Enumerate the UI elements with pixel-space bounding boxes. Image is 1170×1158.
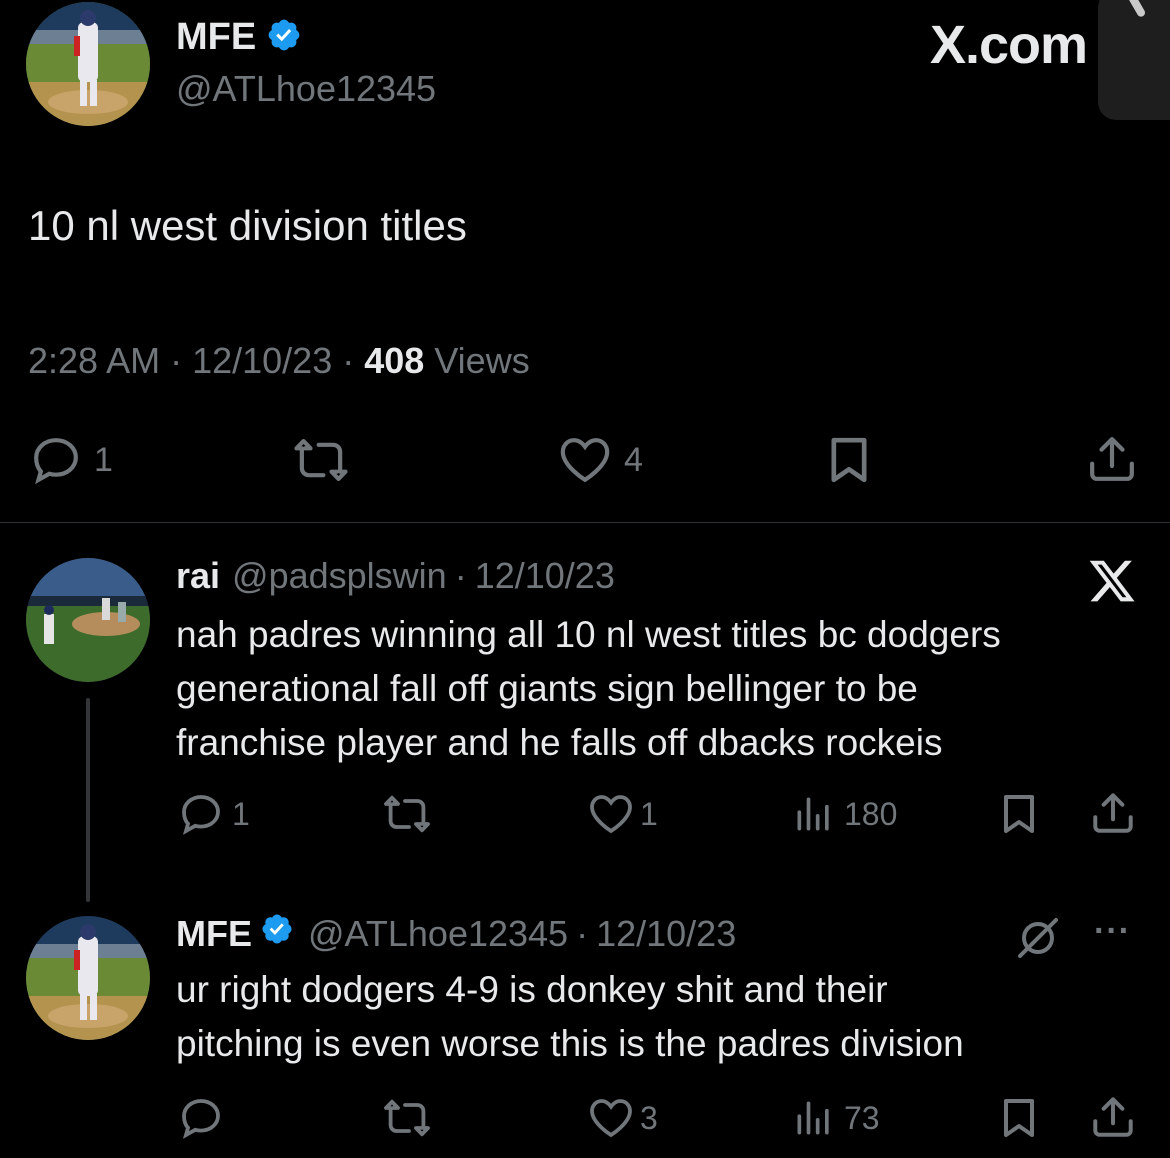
- reply1-like-button[interactable]: 1: [586, 790, 658, 838]
- reply1-header: rai @padsplswin · 12/10/23: [176, 555, 615, 597]
- main-tweet-meta: 2:28 AM · 12/10/23 · 408 Views: [28, 340, 530, 382]
- bookmark-icon: [994, 1094, 1044, 1142]
- reply1-display-name[interactable]: rai: [176, 555, 220, 597]
- reply1-bookmark-button[interactable]: [994, 790, 1044, 838]
- main-author-row: MFE: [176, 16, 302, 59]
- reply1-reply-count: 1: [232, 795, 250, 832]
- reply1-text-line: nah padres winning all 10 nl west titles…: [176, 614, 1001, 655]
- reply2-text: ur right dodgers 4-9 is donkey shit and …: [176, 963, 964, 1071]
- like-icon: [586, 790, 636, 838]
- share-icon: [1088, 1092, 1138, 1142]
- reply1-views-button[interactable]: 180: [792, 790, 897, 838]
- share-button[interactable]: [1084, 430, 1140, 488]
- overlay-handle-icon: [1125, 0, 1147, 19]
- reply-count: 1: [94, 440, 113, 479]
- reply1-retweet-button[interactable]: [380, 790, 434, 838]
- reply2-share-button[interactable]: [1088, 1092, 1138, 1142]
- meta-separator: ·: [342, 340, 355, 381]
- reply2-date[interactable]: 12/10/23: [596, 913, 736, 955]
- like-icon: [586, 1094, 636, 1142]
- share-icon: [1088, 788, 1138, 838]
- avatar-rai[interactable]: [26, 558, 150, 682]
- reply1-text-line: generational fall off giants sign bellin…: [176, 668, 918, 709]
- views-icon: [792, 790, 836, 838]
- thread-connector: [86, 698, 90, 902]
- retweet-button[interactable]: [290, 432, 352, 488]
- reply1-reply-button[interactable]: 1: [176, 790, 250, 838]
- share-icon: [1084, 430, 1140, 488]
- views-count: 408: [364, 340, 425, 381]
- reply-icon: [28, 432, 84, 488]
- bookmark-icon: [994, 790, 1044, 838]
- tweet-divider: [0, 522, 1170, 523]
- reply2-like-count: 3: [640, 1099, 658, 1136]
- retweet-icon: [380, 790, 434, 838]
- verified-icon: [260, 912, 294, 955]
- more-icon[interactable]: ···: [1094, 912, 1131, 951]
- reply-icon: [176, 790, 226, 838]
- reply2-like-button[interactable]: 3: [586, 1094, 658, 1142]
- x-com-brand: X.com: [930, 15, 1088, 75]
- avatar-reply2[interactable]: [26, 916, 150, 1040]
- bookmark-icon: [820, 432, 878, 488]
- reply1-date[interactable]: 12/10/23: [475, 555, 615, 597]
- reply2-views-count: 73: [844, 1099, 880, 1136]
- reply1-like-count: 1: [640, 795, 658, 832]
- reply1-text-line: franchise player and he falls off dbacks…: [176, 722, 943, 763]
- reply1-separator: ·: [454, 555, 467, 596]
- bookmark-button[interactable]: [820, 432, 878, 488]
- reply2-text-line: pitching is even worse this is the padre…: [176, 1023, 964, 1064]
- reply2-display-name[interactable]: MFE: [176, 913, 252, 955]
- reply1-views-count: 180: [844, 795, 898, 832]
- views-label: Views: [434, 340, 530, 381]
- reply2-handle[interactable]: @ATLhoe12345: [308, 913, 568, 955]
- reply2-separator: ·: [576, 912, 589, 954]
- reply2-retweet-button[interactable]: [380, 1094, 434, 1142]
- reply1-text: nah padres winning all 10 nl west titles…: [176, 608, 1001, 770]
- reply2-bookmark-button[interactable]: [994, 1094, 1044, 1142]
- avatar-main[interactable]: [26, 2, 150, 126]
- main-tweet-text: 10 nl west division titles: [28, 202, 467, 249]
- muted-icon[interactable]: [1014, 914, 1062, 967]
- reply2-views-button[interactable]: 73: [792, 1094, 880, 1142]
- verified-icon: [266, 17, 302, 58]
- reply-button[interactable]: 1: [28, 432, 113, 488]
- like-icon: [556, 432, 614, 488]
- reply1-handle[interactable]: @padsplswin: [232, 555, 447, 597]
- main-handle[interactable]: @ATLhoe12345: [176, 68, 436, 110]
- x-logo-icon: [1086, 556, 1138, 611]
- views-icon: [792, 1094, 836, 1142]
- reply-icon: [176, 1094, 226, 1142]
- tweet-date[interactable]: 12/10/23: [192, 340, 332, 382]
- meta-separator: ·: [170, 340, 183, 381]
- retweet-icon: [290, 432, 352, 488]
- top-right-overlay: [1098, 0, 1170, 120]
- retweet-icon: [380, 1094, 434, 1142]
- reply2-header: MFE @ATLhoe12345 · 12/10/23: [176, 912, 736, 955]
- tweet-time[interactable]: 2:28 AM: [28, 340, 160, 382]
- reply2-reply-button[interactable]: [176, 1094, 226, 1142]
- main-display-name[interactable]: MFE: [176, 16, 256, 59]
- like-button[interactable]: 4: [556, 432, 643, 488]
- reply1-share-button[interactable]: [1088, 788, 1138, 838]
- like-count: 4: [624, 440, 643, 479]
- reply2-text-line: ur right dodgers 4-9 is donkey shit and …: [176, 969, 888, 1010]
